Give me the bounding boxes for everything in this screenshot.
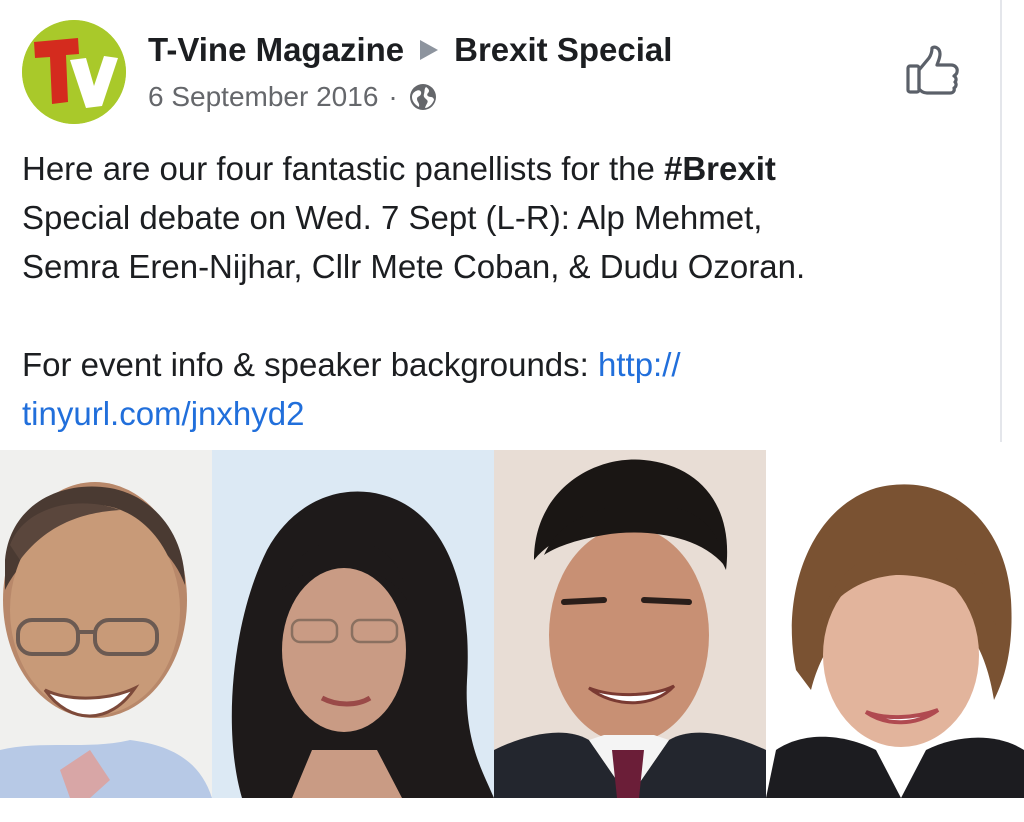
event-url-link-part-1[interactable]: http:// <box>598 346 681 383</box>
info-prefix: For event info & speaker backgrounds: <box>22 346 598 383</box>
post-text-line-1: Here are our four fantastic panellists f… <box>22 144 982 193</box>
event-name-link[interactable]: Brexit Special <box>454 31 672 69</box>
post-text-line-5: tinyurl.com/jnxhyd2 <box>22 389 982 438</box>
meta-separator: · <box>388 81 398 112</box>
globe-icon[interactable] <box>408 82 438 112</box>
brexit-hashtag-link[interactable]: #Brexit <box>664 150 776 187</box>
photo-strip[interactable] <box>0 450 1024 798</box>
event-url-link-part-2[interactable]: tinyurl.com/jnxhyd2 <box>22 395 304 432</box>
thumbs-up-icon[interactable] <box>905 44 961 96</box>
post-body: Here are our four fantastic panellists f… <box>22 144 982 438</box>
post-meta: 6 September 2016 · <box>148 80 438 114</box>
post-text-line-4: For event info & speaker backgrounds: ht… <box>22 340 982 389</box>
right-triangle-icon <box>420 40 439 60</box>
post-text-intro: Here are our four fantastic panellists f… <box>22 150 664 187</box>
young-man-in-suit-photo[interactable] <box>494 450 766 798</box>
card-right-border <box>1000 0 1002 442</box>
man-with-glasses-photo[interactable] <box>0 450 212 798</box>
post-title: T-Vine Magazine Brexit Special <box>148 30 672 70</box>
tvine-logo-icon <box>22 20 126 124</box>
post-text-line-2: Special debate on Wed. 7 Sept (L-R): Alp… <box>22 199 763 236</box>
page-name-link[interactable]: T-Vine Magazine <box>148 31 404 69</box>
post-date[interactable]: 6 September 2016 <box>148 81 378 113</box>
page-avatar[interactable] <box>22 20 126 124</box>
post-text-line-3: Semra Eren-Nijhar, Cllr Mete Coban, & Du… <box>22 248 806 285</box>
woman-with-short-hair-photo[interactable] <box>766 450 1024 798</box>
woman-with-dark-hair-photo[interactable] <box>212 450 494 798</box>
